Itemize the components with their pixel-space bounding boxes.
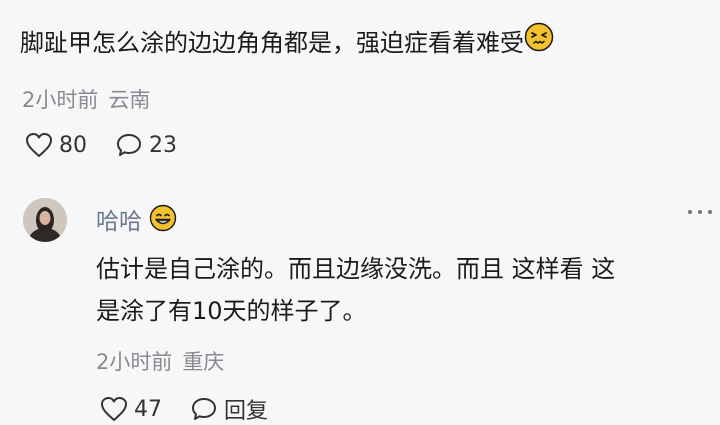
comment-bubble-icon [117, 134, 141, 156]
reply-text-line-2: 是涂了有10天的样子了。 [96, 297, 367, 325]
heart-icon [26, 133, 52, 157]
dot-icon [688, 210, 692, 214]
comment-text: 脚趾甲怎么涂的边边角角都是，强迫症看着难受 [20, 22, 554, 64]
comment-location: 云南 [108, 88, 151, 112]
comment-bubble-icon [192, 398, 216, 420]
comment-actions: 80 23 [25, 132, 205, 158]
reply-author-name: 哈哈 [96, 209, 142, 235]
reply-comment: 哈哈 估计是自己涂的。而且边缘没洗。而且 这样看 这 是涂了有10天的样子了。 … [0, 188, 720, 424]
persevering-face-icon [524, 22, 554, 62]
reply-text: 估计是自己涂的。而且边缘没洗。而且 这样看 这 是涂了有10天的样子了。 [96, 248, 615, 332]
more-options-button[interactable] [688, 210, 712, 214]
comment-body: 脚趾甲怎么涂的边边角角都是，强迫症看着难受 [20, 29, 524, 57]
reply-reply-button[interactable]: 回复 [190, 393, 268, 425]
comment-reply-button[interactable]: 23 [115, 132, 177, 158]
comment-like-button[interactable]: 80 [25, 132, 87, 158]
reply-label: 回复 [224, 399, 269, 424]
reply-meta: 2小时前 重庆 [96, 346, 224, 376]
heart-icon [101, 397, 127, 421]
reply-author[interactable]: 哈哈 [96, 202, 177, 240]
reply-like-count: 47 [134, 396, 162, 422]
comment-meta: 2小时前 云南 [22, 84, 150, 114]
reply-actions: 47 回复 [100, 393, 296, 425]
reply-time: 2小时前 [96, 350, 173, 374]
reply-text-line-1: 估计是自己涂的。而且边缘没洗。而且 这样看 这 [96, 255, 616, 283]
comment-reply-count: 23 [149, 132, 177, 158]
reply-like-button[interactable]: 47 [100, 396, 162, 422]
avatar[interactable] [23, 198, 67, 242]
dot-icon [708, 210, 712, 214]
reply-location: 重庆 [182, 350, 225, 374]
comment-time: 2小时前 [22, 88, 99, 112]
grinning-face-icon [149, 204, 177, 238]
comment-like-count: 80 [59, 132, 87, 158]
dot-icon [698, 210, 702, 214]
